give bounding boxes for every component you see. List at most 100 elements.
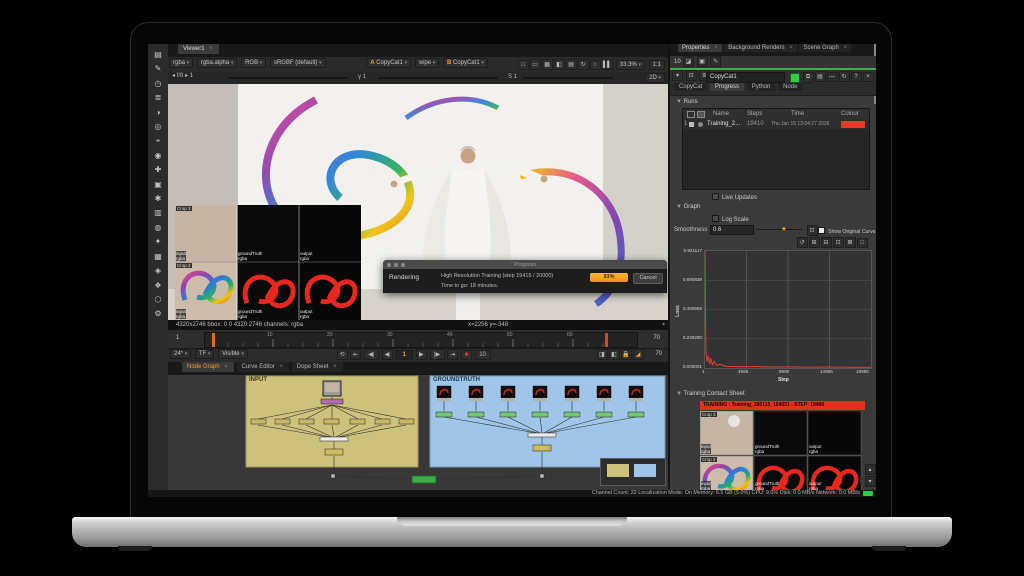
filter-icon[interactable]: ◎ [148,120,168,134]
next-keyframe-button[interactable]: |▶ [429,349,445,360]
tab-node-graph[interactable]: Node Graph × [182,362,234,372]
viewer-image[interactable]: Crop 3 Crop 2 input rgba groundTruth rgba … [168,84,668,320]
log-scale-checkbox[interactable] [712,215,719,222]
show-original-row[interactable]: Show Original Curve [818,227,876,235]
wipe-dropdown[interactable]: wipe ▾ [414,58,440,68]
prev-keyframe-button[interactable]: ◀| [363,349,379,360]
lock-icon[interactable]: 🔒 [620,349,632,360]
settings-icon[interactable]: ⚙ [148,307,168,321]
row-visible-toggle[interactable] [698,121,703,127]
stop-button[interactable]: ■ [460,350,472,360]
tab-dope-sheet[interactable]: Dope Sheet × [291,362,343,372]
close-icon[interactable]: × [714,45,718,51]
live-updates-checkbox[interactable] [712,193,719,200]
smoothness-field[interactable]: 0.6 [710,225,754,235]
chevron-down-icon[interactable]: ▾ [662,320,665,330]
view-mode-dropdown[interactable]: 2D ▾ [645,73,665,83]
step-back-button[interactable]: ◀ [381,349,393,360]
toolsets-icon[interactable]: ▦ [148,250,168,264]
backdrop-input-label[interactable]: INPUT [249,377,267,383]
graph-section[interactable]: ▼ Graph [676,204,700,210]
training-contact-sheet[interactable]: Crop 3 Crop 2 input rgba groundTruth rgba … [700,411,862,490]
show-original-checkbox[interactable] [818,227,825,234]
zoom-in-icon[interactable]: ⊡ [832,237,844,248]
col-colour[interactable]: Colour [841,111,859,117]
collapse-icon[interactable]: ▾ [672,70,683,81]
tab-progress[interactable]: Progress [710,83,745,91]
out-point-icon[interactable]: ◧ [608,349,620,360]
fullframe-icon[interactable]: □ [517,60,529,70]
proxy-icon[interactable]: ▭ [529,59,541,70]
tab-properties[interactable]: Properties × [678,44,722,52]
sat-control[interactable]: S 1 [508,74,517,80]
frame-increment-field[interactable]: 10 [474,350,491,360]
zoom-dropdown[interactable]: 33.3% ▾ [615,60,645,70]
col-steps[interactable]: Steps [747,111,762,117]
tab-curve-editor[interactable]: Curve Editor × [236,362,290,372]
step-forward-button[interactable]: ▶ [415,349,427,360]
transform-icon[interactable]: ✚ [148,163,168,177]
frames-icon[interactable]: ▌▌ [601,60,613,70]
gain-control[interactable]: ◂ f/8 ▸ 1 [172,73,193,79]
col-name[interactable]: Name [713,111,729,117]
tab-node[interactable]: Node [778,83,803,91]
fit-icon[interactable]: □ [856,238,868,248]
other-icon[interactable]: ❖ [148,279,168,293]
copy-icon[interactable]: ⧉ [802,72,814,83]
edit-icon[interactable]: ✎ [710,56,722,67]
close-icon[interactable]: × [333,364,337,370]
node-name-field[interactable]: CopyCat1 [706,72,785,83]
gamma-control[interactable]: γ 1 [358,74,366,80]
sat-slider[interactable] [523,77,613,79]
views-icon[interactable]: ◍ [148,221,168,235]
pin-icon[interactable]: ◪ [682,56,694,67]
go-end-button[interactable]: ⇥ [447,349,459,360]
3d-icon[interactable]: ▣ [148,178,168,192]
layer-dropdown[interactable]: rgba ▾ [169,58,194,68]
scroll-up-icon[interactable]: ▴ [864,464,876,475]
center-node-icon[interactable]: ⊡ [685,70,697,81]
node-graph[interactable]: INPUT GROUNDTRUTH [168,375,668,490]
playhead[interactable] [212,333,215,347]
row-select-checkbox[interactable] [689,121,694,127]
gamma-slider[interactable] [378,77,498,79]
furnace-icon[interactable]: ◈ [148,264,168,278]
loop-icon[interactable]: ⟲ [336,349,348,360]
zoom-out-icon[interactable]: ⊠ [844,237,856,248]
image-icon[interactable]: ▤ [148,48,168,62]
plugins-icon[interactable]: ⬡ [148,293,168,307]
slider-handle[interactable]: ◆ [782,226,786,232]
smoothness-slider[interactable] [756,229,802,230]
wipe-icon[interactable]: ◧ [553,59,565,70]
minus-icon[interactable]: — [826,72,838,82]
roi-icon[interactable]: ▦ [541,59,553,70]
input-a-dropdown[interactable]: A CopyCat1 ▾ [366,58,412,68]
runs-table[interactable]: Name Steps Time Colour 1 Training_2... 1… [682,108,870,190]
color-icon[interactable]: ◑ [148,106,168,120]
timeline-ruler[interactable]: 10 20 30 40 50 60 [204,332,638,348]
refresh-icon[interactable]: ↻ [577,59,589,70]
tab-copycat[interactable]: CopyCat [674,83,708,91]
zoom-y-icon[interactable]: ⊟ [820,237,832,248]
scroll-down-icon[interactable]: ▾ [864,476,876,487]
contact-sheet-section[interactable]: ▼ Training Contact Sheet [676,391,745,397]
folder-icon[interactable]: ▤ [814,71,826,82]
ramp-icon[interactable]: ◢ [632,349,644,360]
run-colour-swatch[interactable] [841,120,865,128]
loss-plot[interactable]: Loss 0.921117 0.690838 0.460559 0.230280… [674,248,874,388]
animation-menu-icon[interactable]: ⊡ [806,225,818,236]
revert-icon[interactable]: ↻ [838,71,850,82]
draw-icon[interactable]: ✎ [148,62,168,76]
backdrop-gt-label[interactable]: GROUNDTRUTH [433,377,480,383]
range-mode-dropdown[interactable]: Visible ▾ [218,349,248,359]
close-icon[interactable]: × [224,364,228,370]
in-point-icon[interactable]: ◨ [596,349,608,360]
copycat-node[interactable] [411,475,437,484]
close-icon[interactable]: × [280,364,284,370]
live-updates-row[interactable]: Live Updates [712,193,757,201]
particles-icon[interactable]: ✱ [148,192,168,206]
gain-slider[interactable] [228,77,348,79]
input-b-dropdown[interactable]: B CopyCat1 ▾ [442,58,488,68]
pixel-aspect-dropdown[interactable]: 1:1 [648,60,665,70]
close-icon[interactable]: × [843,45,847,51]
